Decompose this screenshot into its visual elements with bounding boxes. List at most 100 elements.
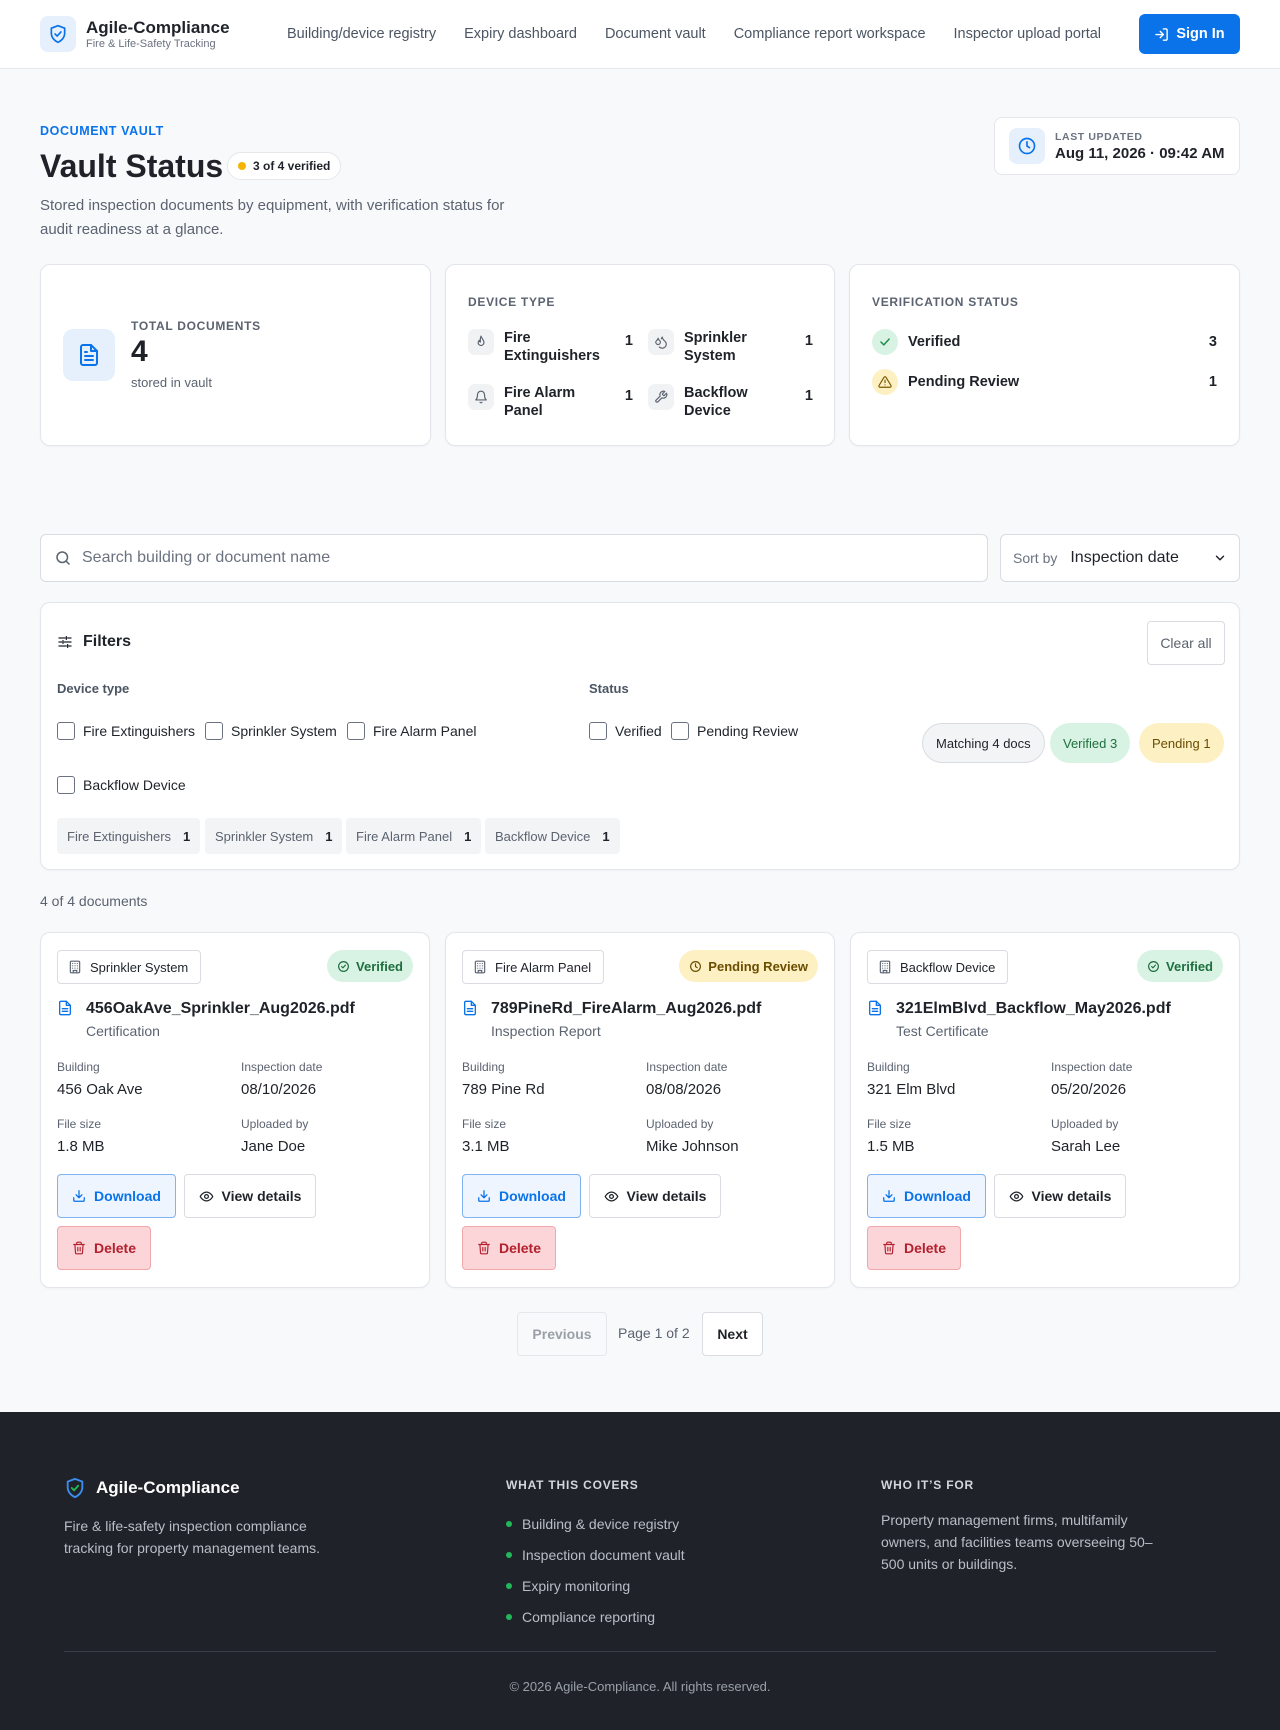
status-label: Verified xyxy=(356,958,403,974)
meta-file-size: File size 1.8 MB xyxy=(57,1117,105,1155)
brand-name: Agile-Compliance xyxy=(86,17,230,37)
verified-summary-text: 3 of 4 verified xyxy=(253,159,331,173)
meta-value: 321 Elm Blvd xyxy=(867,1081,956,1098)
warning-icon xyxy=(872,369,898,395)
view-details-button[interactable]: View details xyxy=(184,1174,316,1218)
document-type: Certification xyxy=(86,1023,160,1039)
clock-icon xyxy=(1009,128,1045,164)
document-card: Fire Alarm Panel Pending Review 789PineR… xyxy=(445,932,835,1288)
nav-compliance-report[interactable]: Compliance report workspace xyxy=(734,25,926,43)
flame-icon xyxy=(468,329,494,355)
chip-count: 1 xyxy=(602,828,610,844)
meta-file-size: File size 3.1 MB xyxy=(462,1117,510,1155)
filter-sprinkler-system[interactable]: Sprinkler System xyxy=(205,722,337,740)
download-button[interactable]: Download xyxy=(462,1174,581,1218)
view-details-button[interactable]: View details xyxy=(589,1174,721,1218)
checkbox[interactable] xyxy=(671,722,689,740)
sign-in-button[interactable]: Sign In xyxy=(1139,14,1240,54)
nav-document-vault[interactable]: Document vault xyxy=(605,25,706,43)
nav-expiry-dashboard[interactable]: Expiry dashboard xyxy=(464,25,577,43)
download-icon xyxy=(72,1189,86,1203)
list-item: Expiry monitoring xyxy=(506,1570,685,1601)
download-button[interactable]: Download xyxy=(867,1174,986,1218)
checkbox[interactable] xyxy=(347,722,365,740)
device-count-chip: Fire Alarm Panel 1 xyxy=(346,818,482,854)
meta-building: Building 789 Pine Rd xyxy=(462,1060,545,1098)
filter-verified[interactable]: Verified xyxy=(589,722,662,740)
device-type-label: DEVICE TYPE xyxy=(468,295,556,309)
clock-icon xyxy=(689,960,702,973)
verified-summary-badge: 3 of 4 verified xyxy=(227,152,342,180)
results-count: 4 of 4 documents xyxy=(40,893,148,909)
view-details-label: View details xyxy=(221,1188,302,1204)
document-title[interactable]: 456OakAve_Sprinkler_Aug2026.pdf Certific… xyxy=(57,999,355,1039)
filter-fire-alarm-panel[interactable]: Fire Alarm Panel xyxy=(347,722,476,740)
status-filter-label: Status xyxy=(589,681,629,696)
chip-label: Fire Extinguishers xyxy=(67,828,172,844)
meta-value: Jane Doe xyxy=(241,1138,306,1155)
previous-page-button[interactable]: Previous xyxy=(517,1312,607,1356)
document-title[interactable]: 321ElmBlvd_Backflow_May2026.pdf Test Cer… xyxy=(867,999,1171,1039)
device-type-name: Sprinkler System xyxy=(684,330,747,364)
checkbox[interactable] xyxy=(57,776,75,794)
footer-covers-list: Building & device registry Inspection do… xyxy=(506,1508,685,1632)
next-page-button[interactable]: Next xyxy=(702,1312,763,1356)
page-title: Vault Status xyxy=(40,148,224,184)
filter-fire-extinguishers[interactable]: Fire Extinguishers xyxy=(57,722,195,740)
document-card: Backflow Device Verified 321ElmBlvd_Back… xyxy=(850,932,1240,1288)
bullet-icon xyxy=(506,1582,512,1589)
clear-all-button[interactable]: Clear all xyxy=(1147,621,1225,665)
checkbox[interactable] xyxy=(205,722,223,740)
filter-pending-review[interactable]: Pending Review xyxy=(671,722,798,740)
meta-label: Building xyxy=(867,1060,910,1074)
chip-count: 1 xyxy=(183,828,191,844)
meta-building: Building 321 Elm Blvd xyxy=(867,1060,955,1098)
file-icon xyxy=(867,999,883,1017)
download-button[interactable]: Download xyxy=(57,1174,176,1218)
footer-brand: Agile-Compliance xyxy=(64,1476,240,1500)
bullet-icon xyxy=(506,1520,512,1527)
download-label: Download xyxy=(94,1188,161,1204)
eye-icon xyxy=(1009,1189,1024,1204)
meta-value: 08/10/2026 xyxy=(241,1081,317,1098)
bell-icon xyxy=(468,384,494,410)
document-type: Test Certificate xyxy=(896,1023,989,1039)
brand[interactable]: Agile-Compliance Fire & Life-Safety Trac… xyxy=(40,16,230,52)
delete-label: Delete xyxy=(498,1240,542,1256)
meta-inspection-date: Inspection date 05/20/2026 xyxy=(1051,1060,1132,1098)
last-updated-value: Aug 11, 2026 · 09:42 AM xyxy=(1055,144,1225,162)
building-icon xyxy=(68,960,82,974)
meta-building: Building 456 Oak Ave xyxy=(57,1060,143,1098)
device-count-chip: Fire Extinguishers 1 xyxy=(57,818,201,854)
checkbox-label: Fire Alarm Panel xyxy=(373,723,477,739)
checkbox[interactable] xyxy=(57,722,75,740)
document-title[interactable]: 789PineRd_FireAlarm_Aug2026.pdf Inspecti… xyxy=(462,999,761,1039)
view-details-button[interactable]: View details xyxy=(994,1174,1126,1218)
sort-select[interactable]: Sort by Inspection date xyxy=(1000,534,1240,582)
meta-label: Building xyxy=(462,1060,505,1074)
delete-button[interactable]: Delete xyxy=(57,1226,151,1270)
meta-value: Sarah Lee xyxy=(1051,1138,1121,1155)
list-item: Compliance reporting xyxy=(506,1601,685,1632)
meta-value: 1.5 MB xyxy=(867,1138,915,1155)
filter-backflow-device[interactable]: Backflow Device xyxy=(57,776,186,794)
delete-button[interactable]: Delete xyxy=(867,1226,961,1270)
verification-item-verified: Verified 3 xyxy=(872,329,1217,355)
list-item-label: Compliance reporting xyxy=(522,1608,656,1625)
list-item: Inspection document vault xyxy=(506,1539,685,1570)
delete-label: Delete xyxy=(93,1240,137,1256)
nav-inspector-upload[interactable]: Inspector upload portal xyxy=(954,25,1102,43)
footer-covers-heading: WHAT THIS COVERS xyxy=(506,1478,639,1492)
download-label: Download xyxy=(904,1188,971,1204)
meta-uploaded-by: Uploaded by Mike Johnson xyxy=(646,1117,739,1155)
footer-brand-name: Agile-Compliance xyxy=(96,1478,240,1497)
device-count-chip: Sprinkler System 1 xyxy=(205,818,343,854)
search-input[interactable] xyxy=(82,549,942,567)
verification-status-label: VERIFICATION STATUS xyxy=(872,295,1019,309)
checkbox[interactable] xyxy=(589,722,607,740)
status-badge: Pending Review xyxy=(679,950,818,982)
nav-building-registry[interactable]: Building/device registry xyxy=(287,25,436,43)
verification-count: 1 xyxy=(1208,374,1217,390)
delete-button[interactable]: Delete xyxy=(462,1226,556,1270)
trash-icon xyxy=(882,1241,896,1255)
